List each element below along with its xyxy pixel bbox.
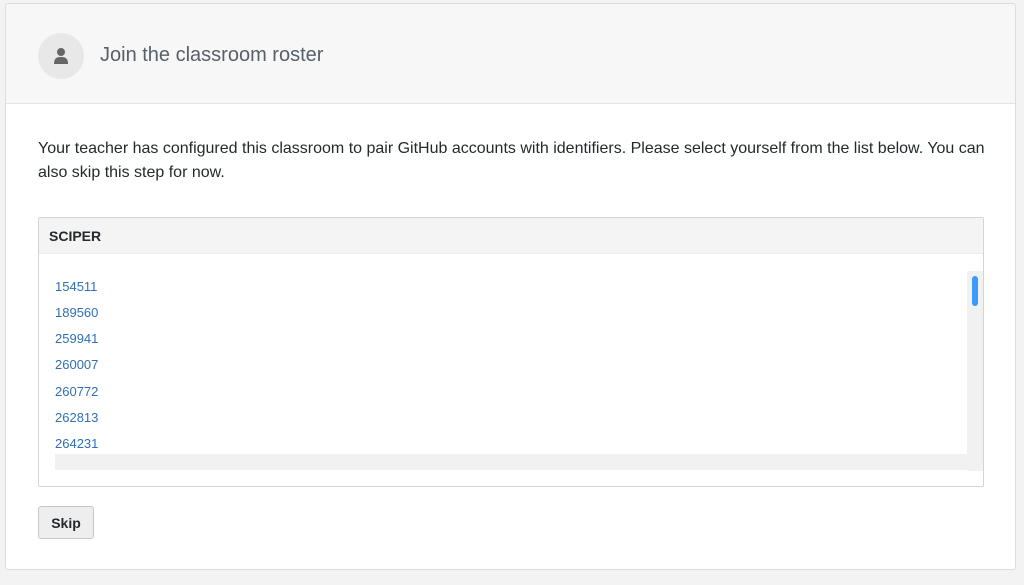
roster-item[interactable]: 260007	[55, 357, 98, 373]
skip-button[interactable]: Skip	[38, 506, 94, 539]
scrollbar-thumb[interactable]	[972, 276, 978, 306]
roster-item[interactable]: 154511	[55, 279, 97, 295]
roster-list[interactable]: 154511 189560 259941 260007 260772 26281…	[55, 271, 967, 471]
roster-item[interactable]: 264231	[55, 436, 98, 452]
roster-panel: SCIPER 154511 189560 259941 260007 26077…	[38, 217, 984, 487]
page-title: Join the classroom roster	[100, 44, 324, 66]
person-icon	[54, 48, 68, 64]
roster-item[interactable]: 259941	[55, 331, 98, 347]
vertical-scrollbar[interactable]	[967, 271, 983, 471]
roster-item[interactable]: 262813	[55, 410, 98, 426]
roster-item[interactable]: 260772	[55, 384, 98, 400]
card-header: Join the classroom roster	[6, 4, 1015, 104]
avatar	[38, 33, 84, 79]
roster-card: Join the classroom roster Your teacher h…	[5, 3, 1016, 570]
roster-item[interactable]: 189560	[55, 305, 98, 321]
roster-column-header: SCIPER	[39, 218, 983, 254]
horizontal-scrollbar[interactable]	[55, 454, 967, 470]
intro-text: Your teacher has configured this classro…	[38, 140, 985, 181]
